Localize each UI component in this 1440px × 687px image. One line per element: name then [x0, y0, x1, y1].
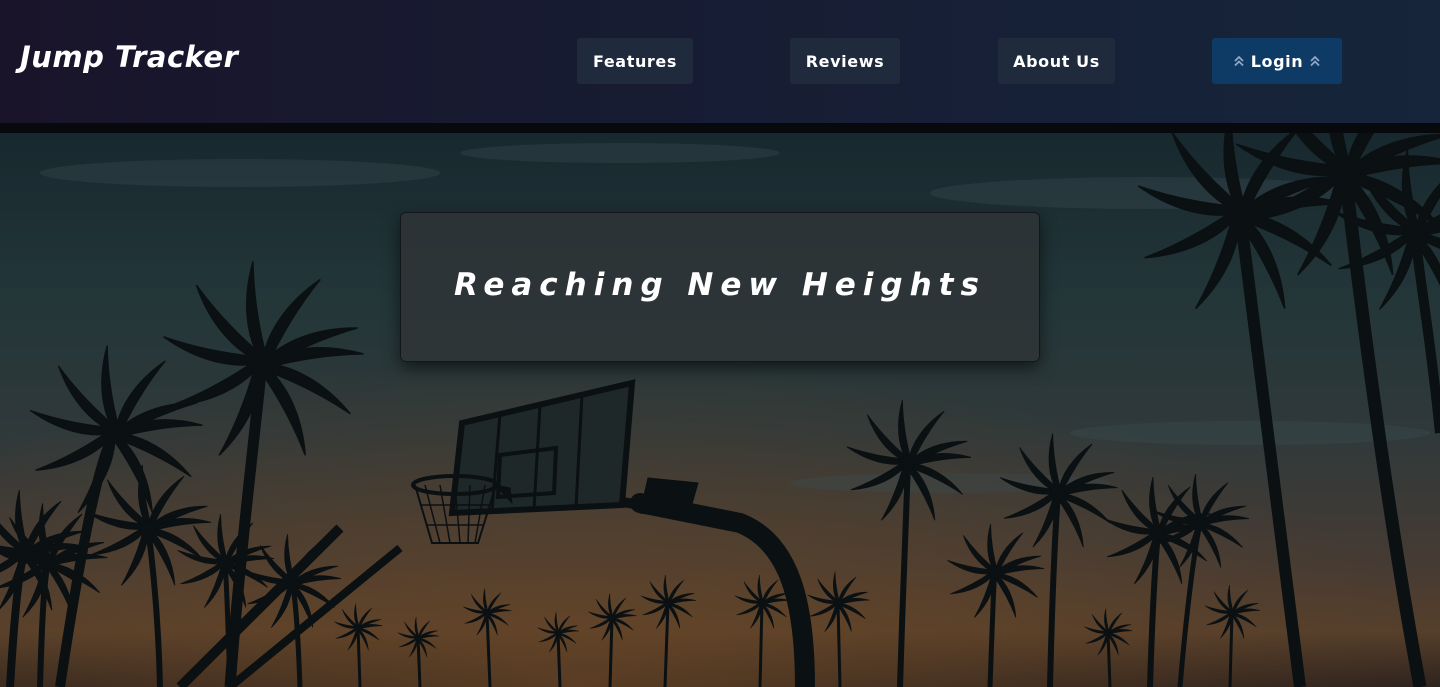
- brand-logo[interactable]: Jump Tracker: [20, 40, 238, 74]
- nav-about-label: About Us: [1013, 51, 1100, 71]
- nav-features-button[interactable]: Features: [577, 38, 693, 84]
- double-chevron-up-icon: [1310, 55, 1320, 67]
- landing-page: Jump Tracker Features Reviews About Us L…: [0, 0, 1440, 687]
- nav-reviews-button[interactable]: Reviews: [790, 38, 900, 84]
- hero-tagline-box: Reaching New Heights: [400, 212, 1040, 362]
- navbar: Jump Tracker Features Reviews About Us L…: [0, 0, 1440, 123]
- hero-tagline: Reaching New Heights: [454, 267, 986, 303]
- login-button[interactable]: Login: [1212, 38, 1342, 84]
- nav-reviews-label: Reviews: [805, 51, 885, 71]
- nav-features-label: Features: [592, 51, 678, 71]
- navbar-shadow: [0, 123, 1440, 133]
- double-chevron-up-icon: [1234, 55, 1244, 67]
- login-label: Login: [1250, 51, 1304, 71]
- nav-about-button[interactable]: About Us: [998, 38, 1115, 84]
